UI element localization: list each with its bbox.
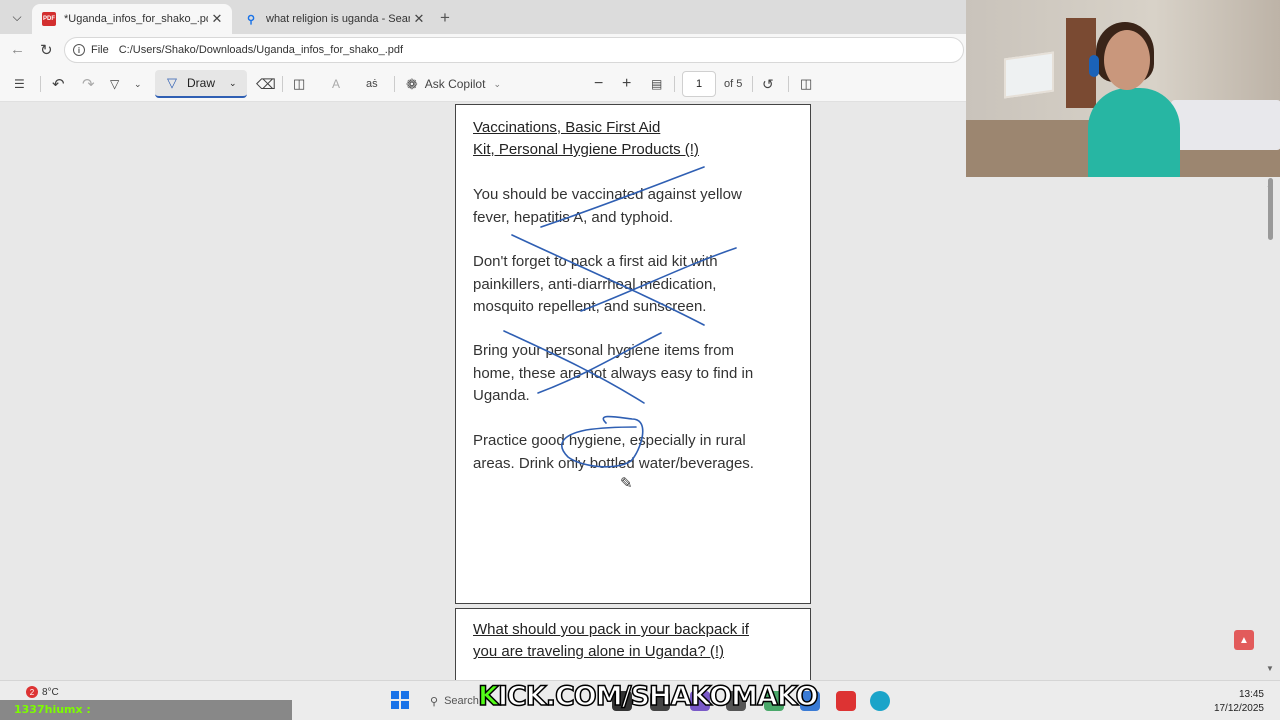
paragraph-vaccinations: You should be vaccinated against yellow … <box>473 184 803 229</box>
divider <box>282 76 283 92</box>
url-text: C:/Users/Shako/Downloads/Uganda_infos_fo… <box>118 44 404 56</box>
divider <box>788 76 789 92</box>
weather-widget[interactable]: 8°C <box>42 687 59 698</box>
stream-overlay-text: KICK.COM/SHAKOMAKO <box>477 680 819 713</box>
section-heading: Vaccinations, Basic First Aid Kit, Perso… <box>473 117 699 161</box>
streamer-shirt <box>1088 88 1180 177</box>
text-line: home, these are not always easy to find … <box>473 364 754 382</box>
draw-icon: ▽ <box>167 75 177 90</box>
undo-icon[interactable]: ↶ <box>52 74 65 94</box>
clock-time: 13:45 <box>1238 689 1264 700</box>
text-line: You should be vaccinated against yellow <box>473 186 742 203</box>
pdf-page-2[interactable]: What should you pack in your backpack if… <box>455 608 811 688</box>
zoom-out-icon[interactable]: − <box>594 74 603 94</box>
text-line: mosquito repellent, and sunscreen. <box>473 298 707 315</box>
fit-width-icon[interactable]: ▤ <box>651 74 662 94</box>
divider <box>40 76 41 92</box>
webcam-bed <box>1171 100 1280 150</box>
headset-icon <box>1089 55 1099 77</box>
draw-label: Draw <box>187 76 216 90</box>
streamer-face <box>1104 30 1150 90</box>
kick-logo-letter: K <box>477 680 499 713</box>
system-clock[interactable]: 13:45 17/12/2025 <box>1214 688 1264 716</box>
info-icon[interactable]: i <box>73 44 85 56</box>
webcam-window <box>1004 51 1054 99</box>
heading-line: What should you pack in your backpack if <box>473 621 749 638</box>
text-line: areas. Drink only bottled water/beverage… <box>473 454 754 472</box>
read-aloud-icon[interactable]: aṡ <box>366 74 378 94</box>
url-scheme: File <box>91 44 109 56</box>
tab-title: *Uganda_infos_for_shako_.pdf <box>64 13 208 25</box>
zoom-in-icon[interactable]: + <box>622 74 631 94</box>
heading-line: Vaccinations, Basic First Aid <box>473 119 661 136</box>
copilot-label: Ask Copilot <box>424 77 486 91</box>
divider <box>752 76 753 92</box>
page-total: of 5 <box>724 78 743 90</box>
close-icon[interactable]: ✕ <box>208 11 226 27</box>
divider <box>674 76 675 92</box>
address-bar[interactable]: i File C:/Users/Shako/Downloads/Uganda_i… <box>64 37 964 63</box>
windows-start-icon[interactable] <box>391 691 409 709</box>
webcam-overlay <box>966 0 1280 177</box>
back-icon[interactable]: ← <box>10 41 25 58</box>
eraser-icon[interactable]: ⌫ <box>256 74 276 94</box>
chevron-down-icon[interactable]: ⌄ <box>229 78 237 89</box>
search-label: Search <box>444 695 479 707</box>
pdf-viewer[interactable]: Vaccinations, Basic First Aid Kit, Perso… <box>0 102 1280 688</box>
chevron-down-icon: ⌄ <box>493 78 501 89</box>
scrollbar-thumb[interactable] <box>1268 178 1273 240</box>
tab-title: what religion is uganda - Search <box>266 13 410 25</box>
new-tab-button[interactable]: + <box>440 8 450 28</box>
app-icon[interactable] <box>836 691 856 711</box>
page-number-input[interactable]: 1 <box>682 71 716 97</box>
divider <box>394 76 395 92</box>
contents-icon[interactable]: ☰ <box>14 74 25 94</box>
paragraph-hygiene-items: Bring your personal hygiene items from h… <box>473 340 803 408</box>
pdf-page-1[interactable]: Vaccinations, Basic First Aid Kit, Perso… <box>455 104 811 604</box>
chat-username: 1337hiumx : <box>14 703 91 716</box>
tab-actions-button[interactable]: ⌵ <box>6 6 28 28</box>
text-line: fever, hepatitis A, and typhoid. <box>473 208 674 226</box>
pencil-cursor-icon: ✎ <box>620 475 633 492</box>
text-format-icon[interactable]: A <box>332 74 340 94</box>
ask-copilot-button[interactable]: ❁ Ask Copilot ⌄ <box>406 74 501 94</box>
kick-url: ICK.COM/SHAKOMAKO <box>497 680 819 713</box>
pdf-icon: PDF <box>42 12 56 26</box>
taskbar: 2 8°C 1337hiumx : ⚲ Search KICK.COM/SHAK… <box>0 680 1280 720</box>
heading-line: you are traveling alone in Uganda? (!) <box>473 643 724 660</box>
tab-pdf[interactable]: PDF *Uganda_infos_for_shako_.pdf ✕ <box>32 4 232 34</box>
text-line: Uganda. <box>473 387 530 404</box>
text-line: painkillers, anti-diarrheal medication, <box>473 275 717 293</box>
paragraph-first-aid: Don't forget to pack a first aid kit wit… <box>473 251 803 319</box>
clock-date: 17/12/2025 <box>1213 703 1264 714</box>
highlight-icon[interactable]: ▽ <box>110 74 119 94</box>
notification-badge: 2 <box>26 686 38 698</box>
draw-button[interactable]: ▽ Draw ⌄ <box>155 70 247 98</box>
section-heading: What should you pack in your backpack if… <box>473 619 749 663</box>
edge-icon[interactable] <box>870 691 890 711</box>
text-line: Practice good hygiene, especially in rur… <box>473 432 746 449</box>
taskbar-search[interactable]: ⚲ Search <box>422 688 482 714</box>
close-icon[interactable]: ✕ <box>410 11 428 27</box>
scroll-down-icon[interactable]: ▼ <box>1266 664 1274 673</box>
tab-search[interactable]: ⚲ what religion is uganda - Search ✕ <box>234 4 434 34</box>
acrobat-icon[interactable]: ▲ <box>1234 630 1254 650</box>
heading-line: Kit, Personal Hygiene Products (!) <box>473 141 699 158</box>
rotate-icon[interactable]: ↺ <box>762 74 774 94</box>
text-line: Don't forget to pack a first aid kit wit… <box>473 253 718 270</box>
text-line: Bring your personal hygiene items from <box>473 342 734 359</box>
redo-icon[interactable]: ↷ <box>82 74 95 94</box>
page-view-icon[interactable]: ◫ <box>800 74 812 94</box>
chevron-down-icon[interactable]: ⌄ <box>134 74 142 94</box>
paragraph-practice-hygiene: Practice good hygiene, especially in rur… <box>473 430 803 475</box>
search-icon: ⚲ <box>246 13 256 26</box>
copilot-icon: ❁ <box>406 75 418 92</box>
search-icon: ⚲ <box>430 695 439 708</box>
refresh-icon[interactable]: ↻ <box>40 41 53 59</box>
text-box-icon[interactable]: ◫ <box>293 74 305 94</box>
